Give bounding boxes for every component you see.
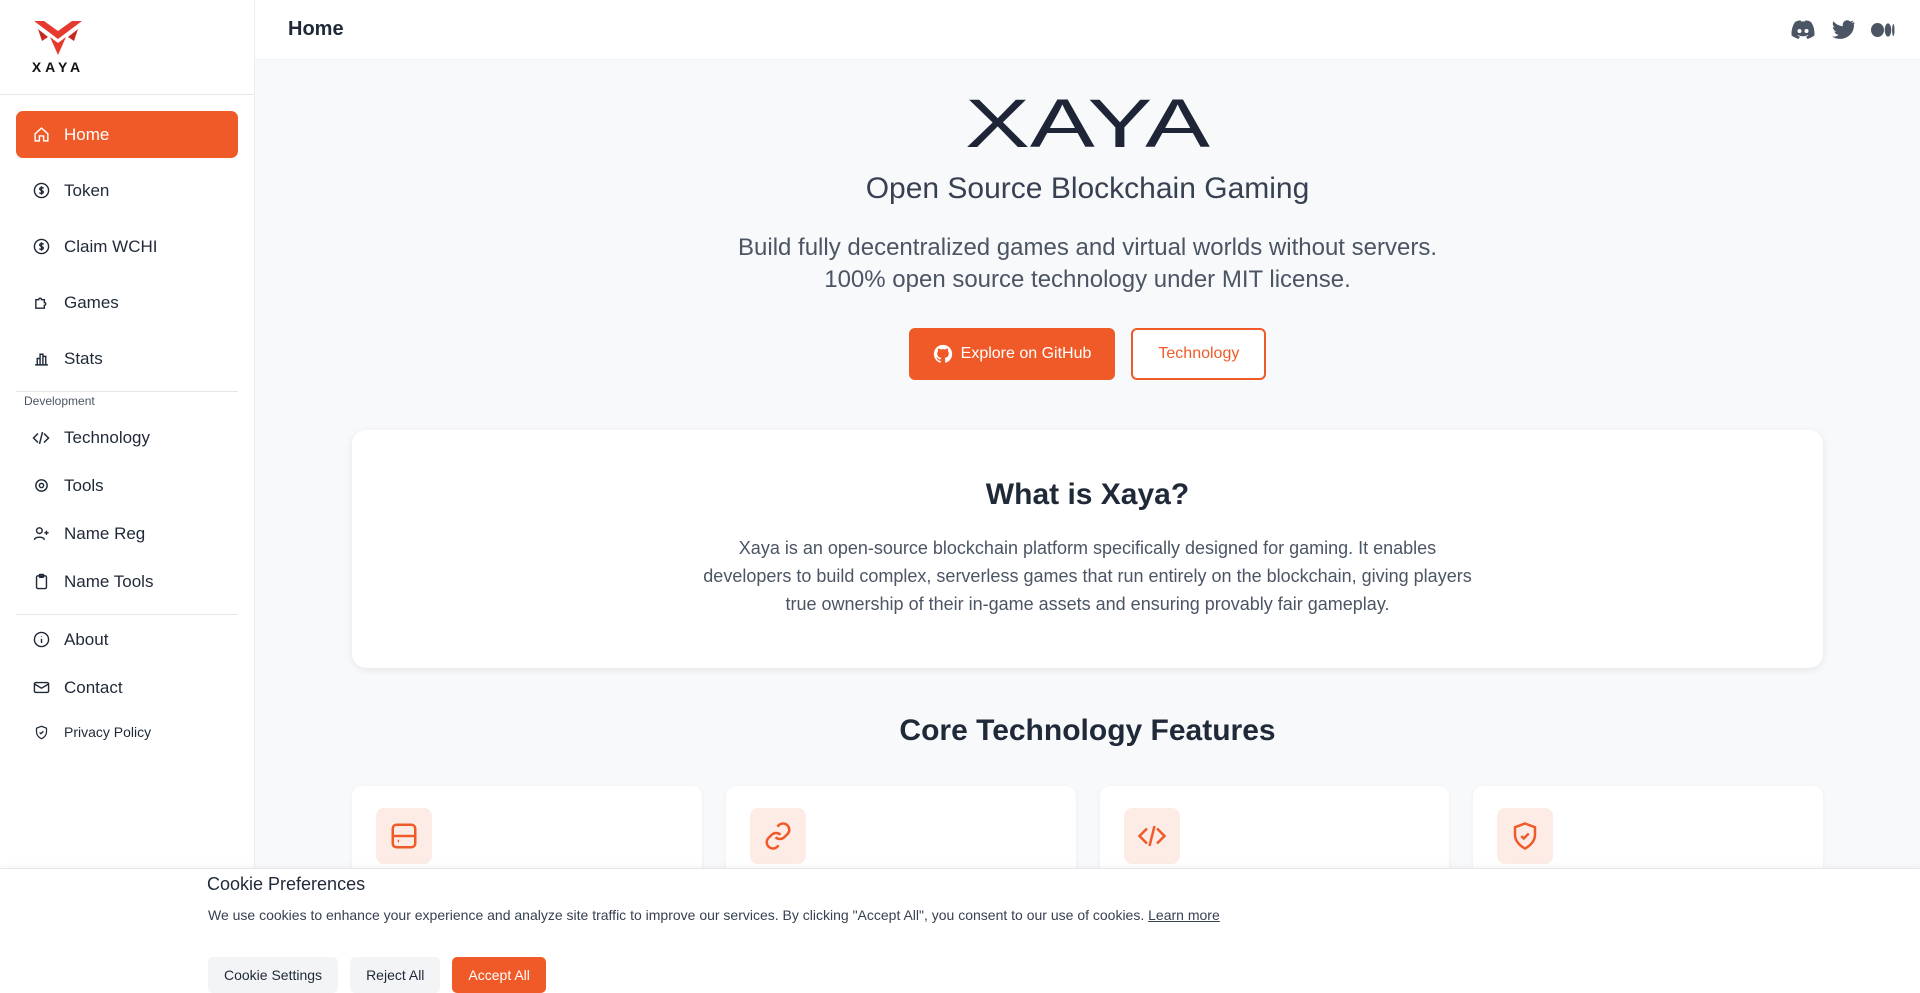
sidebar-item-label: Name Reg (64, 523, 146, 543)
page-title: Home (288, 18, 344, 40)
learn-more-link[interactable]: Learn more (1148, 907, 1220, 923)
code-icon (32, 429, 50, 447)
sidebar-item-label: Contact (64, 677, 123, 697)
what-is-xaya-body: Xaya is an open-source blockchain platfo… (703, 538, 1472, 614)
code-icon (1123, 808, 1180, 864)
sidebar-item-token[interactable]: Token (16, 167, 238, 214)
logo-text: XAYA (31, 59, 85, 75)
sidebar-item-about[interactable]: About (16, 616, 238, 663)
cookie-buttons: Cookie Settings Reject All Accept All (208, 957, 546, 993)
top-bar: Home (255, 0, 1920, 60)
what-is-xaya-heading: What is Xaya? (985, 478, 1190, 511)
sidebar-item-privacy-policy[interactable]: Privacy Policy (16, 712, 238, 752)
gear-icon (32, 477, 50, 495)
clipboard-icon (32, 573, 50, 591)
sidebar-item-label: Stats (64, 348, 103, 368)
sidebar-item-label: Name Tools (64, 571, 154, 591)
reject-all-button[interactable]: Reject All (350, 957, 441, 993)
discord-icon[interactable] (1791, 18, 1815, 42)
logo-area: XAYA (0, 0, 254, 95)
accept-all-button[interactable]: Accept All (452, 957, 546, 993)
sidebar-item-technology[interactable]: Technology (16, 414, 238, 461)
medium-icon[interactable] (1871, 18, 1895, 42)
dollar-circle-icon (32, 238, 50, 256)
sidebar-item-label: About (64, 629, 109, 649)
sidebar-item-games[interactable]: Games (16, 279, 238, 326)
sidebar-item-label: Privacy Policy (64, 724, 152, 740)
nav-divider (16, 614, 238, 615)
shield-check-icon (1497, 808, 1554, 864)
shield-icon (32, 723, 50, 741)
features-heading: Core Technology Features (899, 714, 1276, 747)
xaya-wordmark: XAYA (965, 96, 1210, 150)
user-plus-icon (32, 525, 50, 543)
sidebar-item-name-reg[interactable]: Name Reg (16, 510, 238, 557)
sidebar-item-name-tools[interactable]: Name Tools (16, 558, 238, 605)
sidebar-item-home[interactable]: Home (16, 111, 238, 158)
explore-github-label: Explore on GitHub (960, 345, 1092, 362)
sidebar-item-tools[interactable]: Tools (16, 462, 238, 509)
home-icon (32, 126, 50, 144)
cookie-settings-button[interactable]: Cookie Settings (208, 957, 339, 993)
sidebar-item-label: Tools (64, 475, 104, 495)
main-content: XAYA Open Source Blockchain Gaming Build… (255, 60, 1920, 993)
dollar-circle-icon (32, 182, 50, 200)
what-is-xaya-card: What is Xaya? Xaya is an open-source blo… (352, 430, 1823, 668)
puzzle-icon (32, 294, 50, 312)
sidebar-item-label: Home (64, 124, 110, 144)
explore-github-button[interactable]: Explore on GitHub (908, 328, 1116, 380)
cookie-text: We use cookies to enhance your experienc… (208, 907, 1220, 923)
mail-icon (32, 679, 50, 697)
sidebar-item-stats[interactable]: Stats (16, 335, 238, 382)
hero-subtitle-line-2: 100% open source technology under MIT li… (824, 266, 1351, 293)
sidebar-item-label: Games (64, 292, 119, 312)
link-icon (749, 808, 806, 864)
server-icon (376, 808, 432, 864)
sidebar: XAYA Home Token Claim WCHI Games Stats D… (0, 0, 255, 993)
logo[interactable]: XAYA (28, 19, 88, 75)
section-label-development: Development (24, 394, 95, 408)
technology-label: Technology (1158, 345, 1240, 362)
bar-chart-icon (32, 350, 50, 368)
cookie-banner: Cookie Preferences We use cookies to enh… (0, 868, 1920, 993)
info-icon (32, 631, 50, 649)
sidebar-nav: Home Token Claim WCHI Games Stats Develo… (0, 95, 254, 752)
sidebar-item-label: Claim WCHI (64, 236, 158, 256)
technology-button[interactable]: Technology (1131, 328, 1267, 380)
cookie-description: We use cookies to enhance your experienc… (208, 907, 1145, 923)
sidebar-item-claim-wchi[interactable]: Claim WCHI (16, 223, 238, 270)
hero-subtitle: Build fully decentralized games and virt… (255, 232, 1920, 296)
social-links (1791, 18, 1895, 42)
hero-subtitle-line-1: Build fully decentralized games and virt… (738, 234, 1437, 261)
github-icon (933, 344, 953, 364)
twitter-icon[interactable] (1831, 18, 1855, 42)
sidebar-item-label: Technology (64, 427, 151, 447)
hero-buttons: Explore on GitHub Technology (255, 328, 1920, 380)
cookie-title: Cookie Preferences (207, 874, 366, 894)
hero-title: Open Source Blockchain Gaming (865, 172, 1310, 205)
sidebar-item-contact[interactable]: Contact (16, 664, 238, 711)
sidebar-item-label: Token (64, 180, 110, 200)
xaya-wordmark-text: XAYA (965, 96, 1210, 150)
xaya-logo-icon (34, 21, 82, 55)
